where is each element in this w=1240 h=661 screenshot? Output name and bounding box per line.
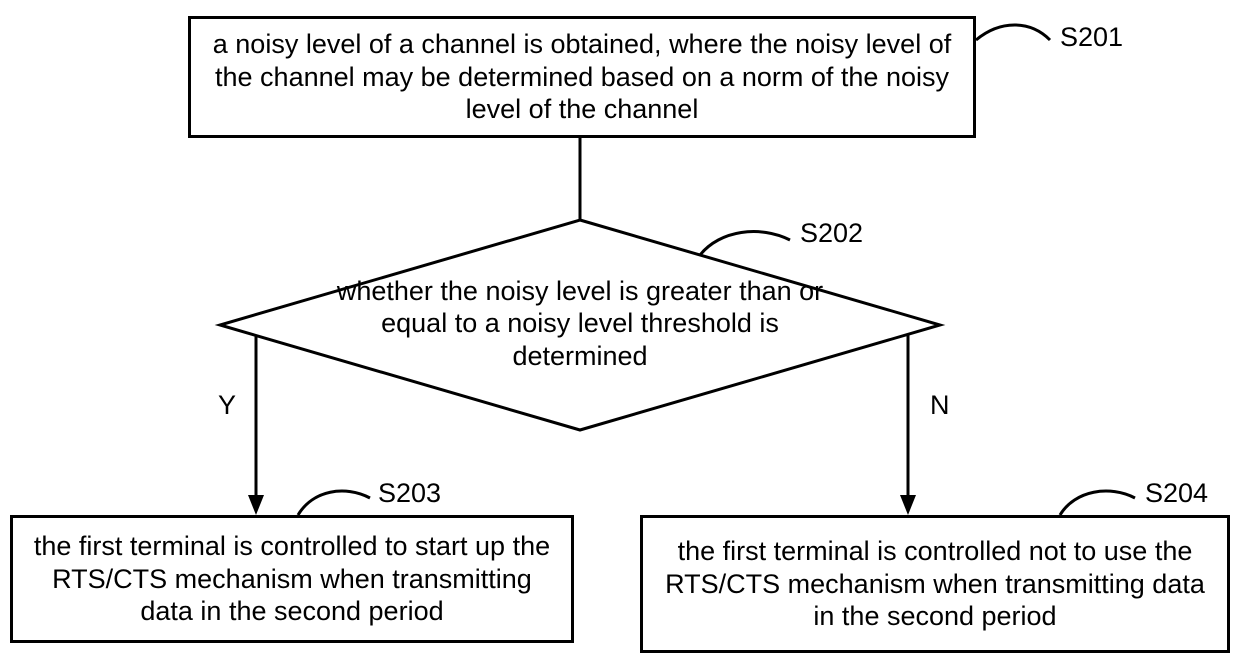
edge-label-no: N [930,390,950,421]
step-s203-text: the first terminal is controlled to star… [23,530,561,627]
step-s202-ref: S202 [800,218,863,249]
step-s202-text-inner: whether the noisy level is greater than … [337,276,823,371]
step-s201-text: a noisy level of a channel is obtained, … [201,28,963,125]
step-s202-text: whether the noisy level is greater than … [310,275,850,372]
step-s203: the first terminal is controlled to star… [10,515,574,643]
step-s204-text: the first terminal is controlled not to … [653,535,1217,632]
step-s201-ref: S201 [1060,22,1123,53]
step-s204-ref: S204 [1145,478,1208,509]
step-s201: a noisy level of a channel is obtained, … [188,16,976,138]
edge-label-yes: Y [218,390,236,421]
step-s204: the first terminal is controlled not to … [640,515,1230,653]
step-s203-ref: S203 [378,478,441,509]
